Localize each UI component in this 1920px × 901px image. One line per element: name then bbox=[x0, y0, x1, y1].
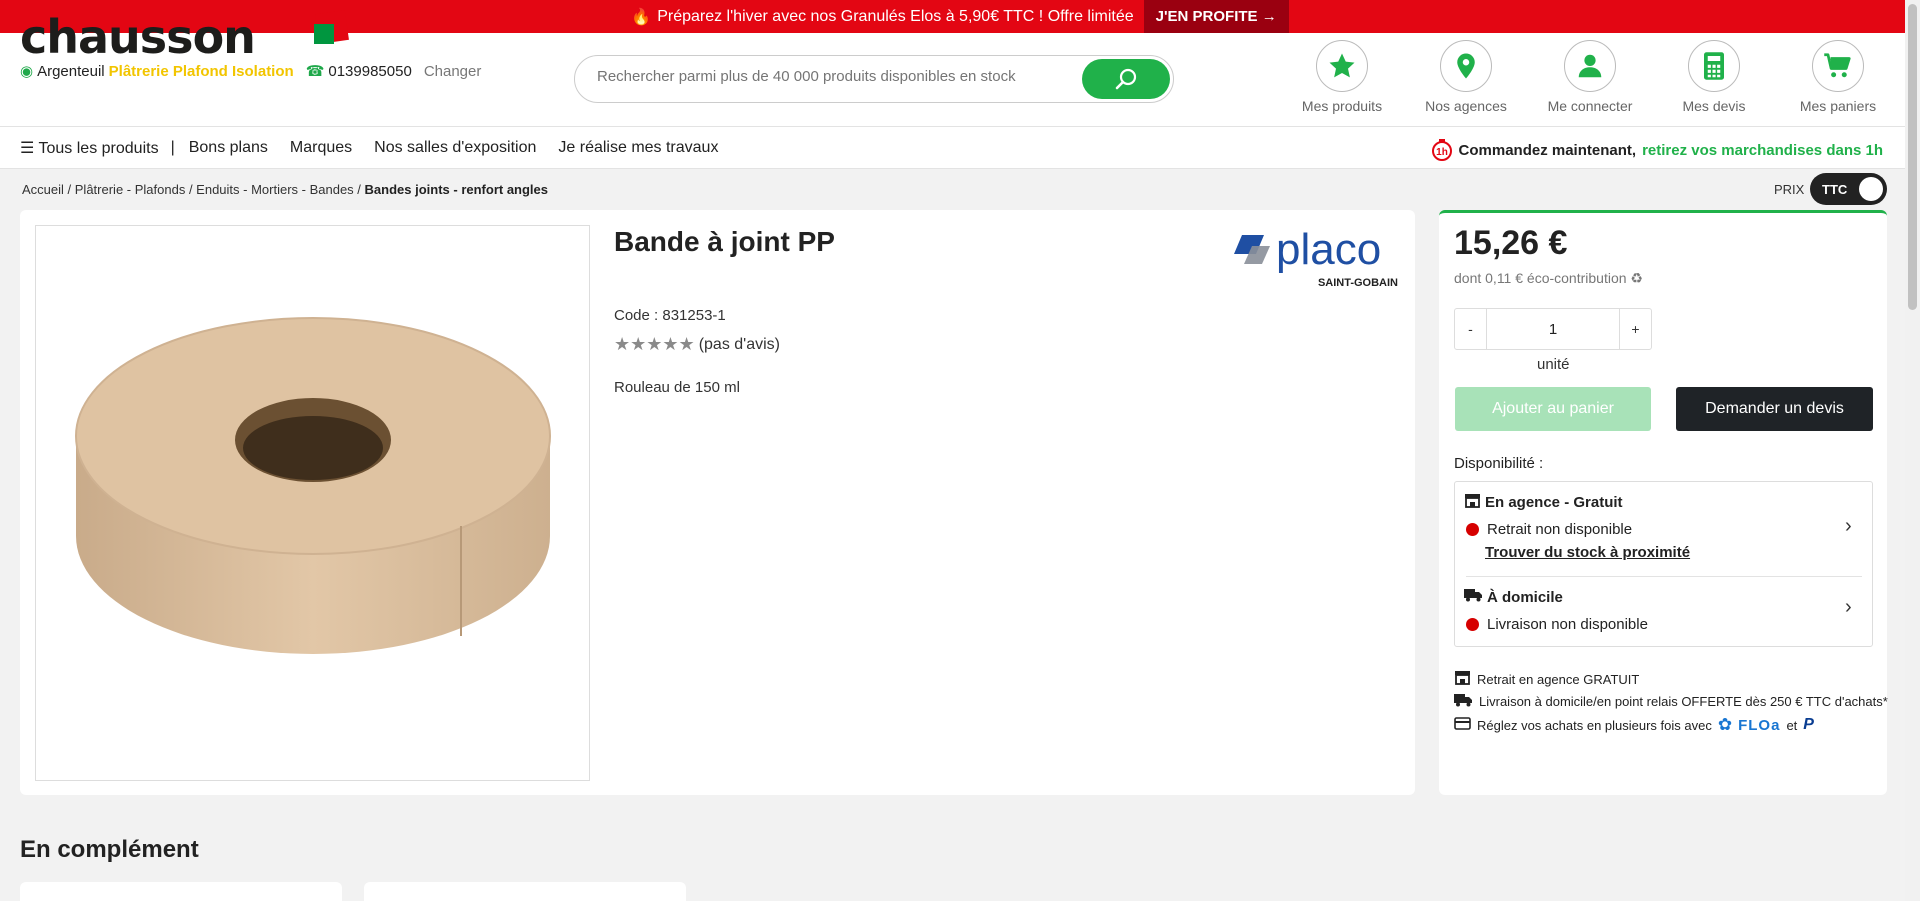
complement-product-card[interactable] bbox=[20, 882, 342, 901]
calculator-icon bbox=[1704, 52, 1724, 80]
logo-green-square bbox=[314, 24, 334, 44]
find-stock-link[interactable]: Trouver du stock à proximité bbox=[1485, 544, 1690, 561]
store-pickup-status: Retrait non disponible bbox=[1466, 521, 1632, 538]
store-city: Argenteuil bbox=[37, 62, 105, 80]
map-pin-icon bbox=[1457, 53, 1475, 79]
user-icon bbox=[1578, 54, 1602, 78]
qty-unit: unité bbox=[1537, 356, 1570, 373]
status-dot bbox=[1466, 523, 1479, 536]
pickup-promo[interactable]: 1h Commandez maintenant, retirez vos mar… bbox=[1431, 138, 1883, 162]
qty-decrease-button[interactable]: - bbox=[1455, 309, 1487, 349]
product-price: 15,26 € bbox=[1454, 224, 1568, 262]
breadcrumb: Accueil / Plâtrerie - Plafonds / Enduits… bbox=[22, 182, 549, 197]
search-button[interactable] bbox=[1082, 59, 1170, 99]
promo-text: Préparez l'hiver avec nos Granulés Elos … bbox=[657, 7, 1134, 25]
eco-contribution: dont 0,11 € éco-contribution ♻ bbox=[1454, 270, 1643, 286]
nav-item-marques[interactable]: Marques bbox=[290, 139, 352, 157]
agencies-link[interactable]: Nos agences bbox=[1404, 40, 1528, 120]
availability-label: Disponibilité : bbox=[1454, 455, 1544, 472]
nav-item-bons-plans[interactable]: Bons plans bbox=[189, 139, 268, 157]
search-icon bbox=[1115, 68, 1137, 90]
breadcrumb-current: Bandes joints - renfort angles bbox=[364, 182, 549, 197]
promo-cta-button[interactable]: J'EN PROFITE → bbox=[1143, 0, 1289, 33]
product-rating[interactable]: ★★★★★ (pas d'avis) bbox=[614, 334, 780, 355]
phone-icon: ☎ bbox=[305, 63, 325, 80]
my-products-link[interactable]: Mes produits bbox=[1280, 40, 1404, 120]
add-to-cart-button[interactable]: Ajouter au panier bbox=[1455, 387, 1651, 431]
store-phone[interactable]: 0139985050 bbox=[328, 63, 411, 80]
nav-item-showrooms[interactable]: Nos salles d'exposition bbox=[374, 139, 536, 157]
price-mode-label: PRIX bbox=[1774, 182, 1805, 197]
header-icons: Mes produits Nos agences Me connecter Me… bbox=[1280, 40, 1900, 120]
chevron-right-icon[interactable]: › bbox=[1845, 515, 1852, 538]
toggle-knob bbox=[1859, 177, 1883, 201]
home-delivery-status: Livraison non disponible bbox=[1466, 616, 1648, 633]
truck-icon bbox=[1464, 588, 1483, 606]
recycle-icon: ♻ bbox=[1630, 270, 1643, 286]
product-card bbox=[20, 210, 1415, 795]
svg-text:SAINT-GOBAIN: SAINT-GOBAIN bbox=[1318, 277, 1398, 289]
floa-logo-icon: ✿ bbox=[1717, 715, 1733, 734]
section-title-complement: En complément bbox=[20, 836, 199, 863]
map-pin-icon: ◉ bbox=[20, 63, 34, 80]
review-count: (pas d'avis) bbox=[698, 335, 780, 353]
carts-link[interactable]: Mes paniers bbox=[1776, 40, 1900, 120]
chevron-right-icon[interactable]: › bbox=[1845, 596, 1852, 619]
request-quote-button[interactable]: Demander un devis bbox=[1676, 387, 1873, 431]
quantity-stepper: - 1 + bbox=[1454, 308, 1652, 350]
change-store-link[interactable]: Changer bbox=[424, 63, 482, 80]
info-pickup: Retrait en agence GRATUIT bbox=[1454, 670, 1639, 688]
flame-icon: 🔥 bbox=[631, 8, 652, 26]
arrow-right-icon: → bbox=[1261, 8, 1277, 25]
nav-item-travaux[interactable]: Je réalise mes travaux bbox=[558, 139, 718, 157]
floa-logo[interactable]: FLOa bbox=[1738, 717, 1780, 734]
info-payment: Réglez vos achats en plusieurs fois avec… bbox=[1454, 715, 1814, 735]
qty-input[interactable]: 1 bbox=[1487, 321, 1619, 338]
brand-logo[interactable]: placo SAINT-GOBAIN bbox=[1234, 225, 1399, 296]
nav-separator: | bbox=[170, 139, 175, 156]
credit-card-icon bbox=[1454, 717, 1471, 733]
store-icon bbox=[1454, 670, 1471, 688]
search-bar bbox=[574, 55, 1174, 103]
promo-banner[interactable]: 🔥 Préparez l'hiver avec nos Granulés Elo… bbox=[0, 0, 1920, 33]
breadcrumb-platrerie[interactable]: Plâtrerie - Plafonds bbox=[75, 182, 186, 197]
search-input[interactable] bbox=[597, 68, 1057, 85]
product-title: Bande à joint PP bbox=[614, 226, 835, 257]
breadcrumb-enduits[interactable]: Enduits - Mortiers - Bandes bbox=[196, 182, 354, 197]
cart-icon bbox=[1824, 53, 1851, 78]
paypal-logo[interactable]: P bbox=[1803, 716, 1814, 734]
rating-stars-icon: ★★★★★ bbox=[614, 334, 695, 354]
truck-icon bbox=[1454, 693, 1473, 710]
store-icon bbox=[1464, 493, 1481, 512]
all-products-menu[interactable]: ☰ Tous les produits bbox=[20, 138, 159, 158]
timer-icon: 1h bbox=[1431, 139, 1452, 161]
breadcrumb-home[interactable]: Accueil bbox=[22, 182, 64, 197]
svg-text:1h: 1h bbox=[1436, 147, 1448, 158]
price-mode-toggle[interactable]: TTC bbox=[1810, 173, 1887, 205]
product-code: Code : 831253-1 bbox=[614, 307, 726, 324]
product-description: Rouleau de 150 ml bbox=[614, 379, 740, 396]
scrollbar-thumb[interactable] bbox=[1908, 4, 1917, 310]
quotes-link[interactable]: Mes devis bbox=[1652, 40, 1776, 120]
store-pickup-title: En agence - Gratuit bbox=[1464, 493, 1623, 512]
tape-roll-illustration bbox=[75, 317, 551, 654]
svg-text:placo: placo bbox=[1276, 232, 1381, 274]
home-delivery-title: À domicile bbox=[1464, 588, 1563, 606]
store-name[interactable]: Plâtrerie Plafond Isolation bbox=[109, 63, 294, 80]
main-nav: ☰ Tous les produits | Bons plans Marques… bbox=[0, 127, 1905, 169]
hamburger-icon: ☰ bbox=[20, 140, 35, 157]
qty-increase-button[interactable]: + bbox=[1619, 309, 1651, 349]
star-icon bbox=[1329, 53, 1355, 78]
status-dot bbox=[1466, 618, 1479, 631]
store-location: ◉ Argenteuil Plâtrerie Plafond Isolation… bbox=[20, 62, 482, 81]
complement-product-card[interactable] bbox=[364, 882, 686, 901]
availability-divider bbox=[1466, 576, 1862, 577]
product-image[interactable] bbox=[35, 225, 590, 781]
site-logo[interactable]: chausson bbox=[20, 10, 256, 64]
info-delivery: Livraison à domicile/en point relais OFF… bbox=[1454, 693, 1888, 710]
login-link[interactable]: Me connecter bbox=[1528, 40, 1652, 120]
